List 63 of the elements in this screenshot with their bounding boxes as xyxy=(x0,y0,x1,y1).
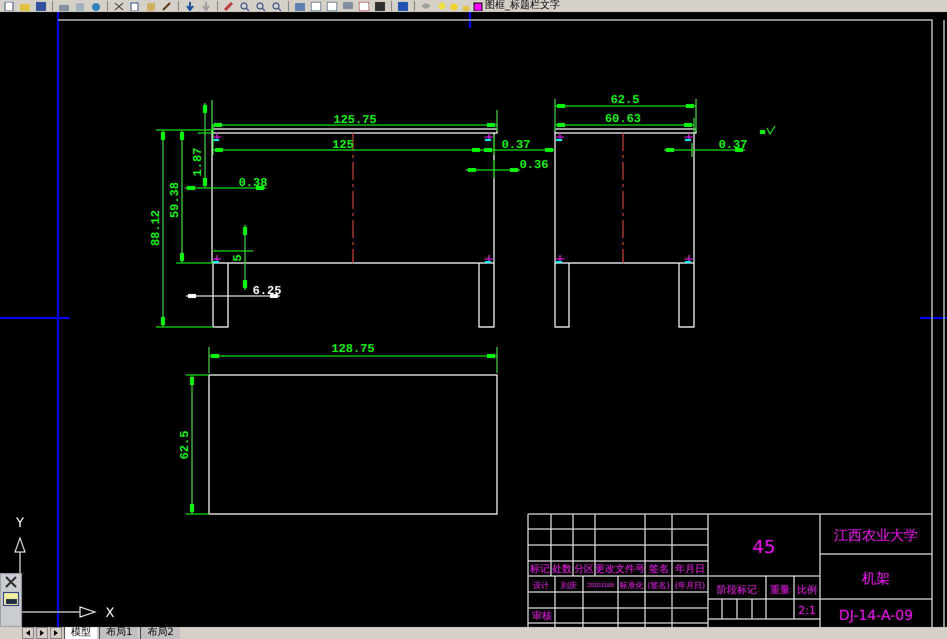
dimension-line xyxy=(466,160,520,178)
dimension-text: 60.63 xyxy=(605,112,641,126)
dimension-text: 0.36 xyxy=(520,158,548,172)
layout-tab[interactable]: 布局1 xyxy=(99,627,138,639)
title-block-text: 更改文件号 xyxy=(595,564,645,575)
title-block-text: DJ-14-A-09 xyxy=(838,608,914,624)
weld-mark-icon xyxy=(212,254,222,264)
weld-mark-icon xyxy=(684,254,694,264)
caret-icon xyxy=(39,630,45,636)
dimension-text: 125.75 xyxy=(333,113,377,127)
weld-mark-icon xyxy=(556,132,564,142)
zoom-icon[interactable] xyxy=(272,2,282,10)
dimension-text: 6.25 xyxy=(252,284,282,298)
layout-tab[interactable]: 模型 xyxy=(64,627,97,639)
surface-finish-icon xyxy=(760,126,776,136)
first-tab-button[interactable] xyxy=(22,627,34,639)
title-block-text: (签名) xyxy=(647,581,670,590)
caret-icon xyxy=(25,630,31,636)
last-tab-button[interactable] xyxy=(50,627,62,639)
caret-icon xyxy=(53,630,59,636)
title-block-text: 45 xyxy=(752,537,776,558)
axis-label: X xyxy=(106,606,114,621)
weld-mark-icon xyxy=(484,132,494,142)
weld-mark-icon xyxy=(684,132,694,142)
dimension-text: 0.38 xyxy=(238,176,268,190)
title-block-text: 审核 xyxy=(532,611,552,622)
title-block-text: 年月日 xyxy=(675,564,705,575)
zoom-icon[interactable] xyxy=(256,2,266,10)
axis-label: Y xyxy=(16,516,24,531)
weld-mark-icon xyxy=(556,254,564,264)
title-block-text: 刘庆 xyxy=(561,581,577,590)
weld-mark-icon xyxy=(212,132,222,142)
dimension-text: 88.12 xyxy=(149,210,163,246)
close-icon[interactable] xyxy=(5,576,17,588)
weld-mark-icon xyxy=(484,254,494,264)
title-block-text: 江西农业大学 xyxy=(834,528,918,544)
dimension-text: 5 xyxy=(231,254,245,262)
zoom-icon[interactable] xyxy=(240,2,250,10)
dimension-text: 1.87 xyxy=(191,148,205,176)
title-block-text: 标准化 xyxy=(620,581,644,590)
dimension-text: 62.5 xyxy=(610,93,640,107)
title-block-text: 比例 xyxy=(797,585,817,596)
dimension-text: 128.75 xyxy=(331,342,375,356)
title-block-text: 签名 xyxy=(649,564,669,575)
copy-icon[interactable] xyxy=(130,2,140,10)
title-block-text: 阶段标记 xyxy=(717,585,757,596)
title-block-text: 2:1 xyxy=(798,604,816,617)
previous-tab-button[interactable] xyxy=(36,627,48,639)
title-block-text: 处数 xyxy=(552,564,572,575)
window-icon[interactable] xyxy=(3,592,19,606)
dimension-text: 59.38 xyxy=(168,182,182,218)
document-icon[interactable] xyxy=(4,2,14,10)
title-block-text: 分区 xyxy=(574,564,594,575)
layout-tab[interactable]: 布局2 xyxy=(140,627,180,639)
dimension-text: 62.5 xyxy=(178,430,192,460)
title-block-text: 设计 xyxy=(533,581,549,590)
title-block-text: 标记 xyxy=(530,564,550,575)
title-block-text: (年月日) xyxy=(674,581,706,590)
dimension-text: 0.37 xyxy=(718,138,748,152)
title-block-text: 机架 xyxy=(862,571,890,587)
dimension-text: 0.37 xyxy=(502,138,530,152)
title-block-text: 重量 xyxy=(770,585,790,596)
undo-icon[interactable] xyxy=(185,2,195,10)
